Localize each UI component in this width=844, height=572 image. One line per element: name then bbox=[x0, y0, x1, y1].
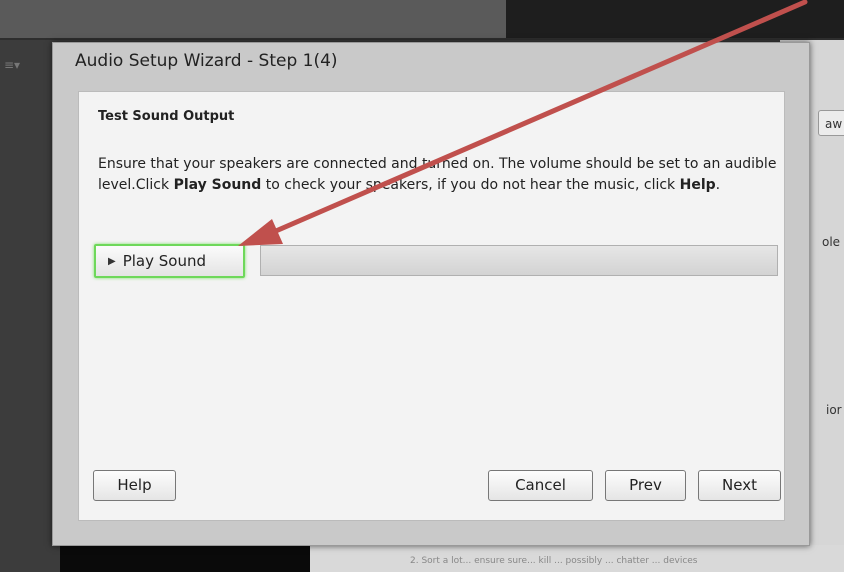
cancel-button[interactable]: Cancel bbox=[488, 470, 593, 501]
menu-icon[interactable]: ≡▾ bbox=[4, 58, 20, 72]
audio-setup-wizard-dialog: Audio Setup Wizard - Step 1(4) Test Soun… bbox=[52, 42, 810, 546]
help-reference: Help bbox=[679, 177, 716, 193]
next-button[interactable]: Next bbox=[698, 470, 781, 501]
app-right-text: ior bbox=[826, 403, 842, 417]
prev-button[interactable]: Prev bbox=[605, 470, 686, 501]
play-sound-label: Play Sound bbox=[122, 252, 206, 270]
play-sound-reference: Play Sound bbox=[173, 177, 262, 193]
instructions-text: Ensure that your speakers are connected … bbox=[98, 156, 777, 193]
app-left-panel bbox=[0, 40, 60, 572]
help-button[interactable]: Help bbox=[93, 470, 176, 501]
app-toolbar-right bbox=[506, 0, 844, 38]
app-right-button[interactable]: aw bbox=[818, 110, 844, 136]
dialog-body: Test Sound Output Ensure that your speak… bbox=[78, 91, 785, 521]
app-bottom-panel bbox=[60, 545, 310, 572]
section-title: Test Sound Output bbox=[98, 109, 235, 124]
app-toolbar-left bbox=[0, 0, 506, 38]
dialog-title: Audio Setup Wizard - Step 1(4) bbox=[75, 51, 338, 71]
sound-progress-bar bbox=[260, 245, 778, 276]
app-bottom-text: 2. Sort a lot... ensure sure... kill ...… bbox=[410, 556, 698, 566]
app-right-text: ole bbox=[822, 235, 841, 249]
play-icon: ▶ bbox=[108, 255, 116, 267]
play-sound-button[interactable]: ▶ Play Sound bbox=[94, 244, 245, 278]
